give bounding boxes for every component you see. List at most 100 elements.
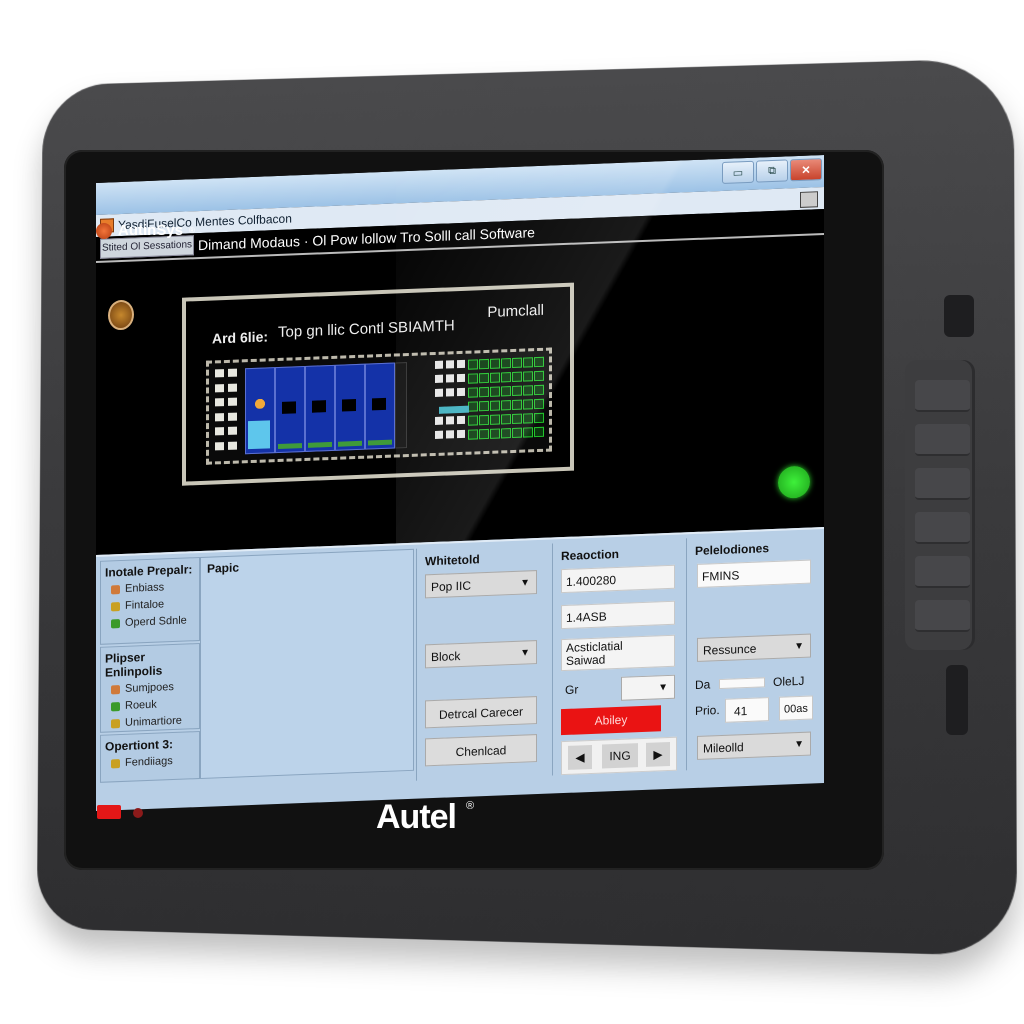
pelelodiones-field[interactable]: FMINS <box>697 559 811 588</box>
prio-label: Prio. <box>695 703 720 718</box>
chevron-down-icon: ▼ <box>520 577 530 589</box>
signal-cell <box>501 372 511 383</box>
ing-button[interactable]: ING <box>602 743 638 769</box>
apply-button[interactable]: Abiley <box>561 705 661 736</box>
close-button[interactable]: ✕ <box>790 158 822 182</box>
content-title: Papic <box>207 560 240 576</box>
signal-cell <box>490 414 500 425</box>
signal-cell <box>523 357 533 368</box>
refresh-icon <box>111 701 120 711</box>
side-port-top[interactable] <box>944 295 974 337</box>
chevron-down-icon: ▼ <box>794 738 804 751</box>
module-bay[interactable] <box>275 365 305 454</box>
code-field[interactable]: 00as <box>779 695 813 721</box>
signal-cell <box>523 427 533 438</box>
mileolld-dropdown[interactable]: Mileolld ▼ <box>697 731 811 760</box>
sidebar-section: Inotale Prepalr: Enbiass Fintaloe Operd … <box>100 557 200 645</box>
signal-cell <box>512 357 522 369</box>
reaction-field-3[interactable]: Acsticlatial Saiwad <box>561 634 675 672</box>
info-box <box>248 420 270 450</box>
da-field[interactable] <box>719 677 765 690</box>
chip <box>215 441 224 450</box>
gr-dropdown[interactable]: ▼ <box>621 674 675 701</box>
column-title: Reaoction <box>561 546 620 564</box>
whitetold-dropdown[interactable]: Pop IIC ▼ <box>425 570 537 599</box>
bay-label <box>342 399 356 412</box>
olel-label: OleLJ <box>773 673 805 689</box>
signal-cell <box>479 414 489 426</box>
arrow-right-icon: ▶ <box>653 747 663 762</box>
chenlcad-button[interactable]: Chenlcad <box>425 734 537 767</box>
module-bay[interactable] <box>365 362 395 450</box>
module-bay[interactable] <box>245 367 275 455</box>
connector-pin <box>457 359 465 369</box>
content-area: Papic <box>200 548 414 780</box>
signal-cell <box>490 400 500 411</box>
connector-pin <box>435 360 443 369</box>
connector-pin <box>446 430 454 439</box>
gr-label: Gr <box>565 682 579 697</box>
signal-cell <box>501 400 511 411</box>
ressunce-dropdown[interactable]: Ressunce ▼ <box>697 633 811 662</box>
signal-cell <box>534 398 544 410</box>
signal-cell <box>512 371 522 383</box>
device-brand-mark: ® <box>466 800 475 812</box>
module-bay[interactable] <box>335 363 365 451</box>
signal-cell <box>501 414 511 425</box>
side-port-bottom[interactable] <box>946 665 968 735</box>
camera-icon[interactable] <box>800 191 818 208</box>
chip <box>215 412 224 421</box>
next-button[interactable]: ▶ <box>646 741 670 767</box>
connector-pin <box>457 429 465 439</box>
connector-pin <box>435 388 443 397</box>
signal-cell <box>534 384 544 396</box>
chevron-down-icon: ▼ <box>658 682 668 694</box>
grip-rib <box>915 468 970 500</box>
signal-cell <box>534 412 544 424</box>
prio-field[interactable]: 41 <box>725 697 769 723</box>
connector-pin <box>457 387 465 397</box>
sidebar-item-label: Roeuk <box>125 698 157 712</box>
chevron-down-icon: ▼ <box>520 647 530 659</box>
module-bay[interactable] <box>305 364 335 452</box>
sidebar-item-label: Fintaloe <box>125 598 165 612</box>
maximize-button[interactable]: ⧉ <box>756 159 788 183</box>
sidebar-item[interactable]: Operd Sdnle <box>101 612 199 633</box>
signal-cell <box>468 415 478 426</box>
minimize-icon: ▭ <box>732 166 744 180</box>
module-bay-edge <box>395 362 407 449</box>
prev-button[interactable]: ◀ <box>568 744 592 770</box>
detrcal-button[interactable]: Detrcal Carecer <box>425 696 537 729</box>
dropdown-value: Ressunce <box>703 641 757 658</box>
whitetold-column: Whitetold Pop IIC ▼ Block ▼ Detrcal Carece… <box>416 543 549 781</box>
signal-cell <box>490 428 500 439</box>
connector-pin <box>446 374 454 383</box>
schematic-board <box>206 347 552 465</box>
signal-cell <box>490 386 500 397</box>
window-controls: ▭ ⧉ ✕ <box>722 158 822 184</box>
highlight-bar <box>439 405 469 414</box>
minimize-button[interactable]: ▭ <box>722 160 754 184</box>
check-icon <box>111 601 120 611</box>
bay-indicator <box>338 440 362 447</box>
app-name: AutinSys <box>118 222 184 239</box>
signal-cell <box>512 427 522 439</box>
reaction-field-1[interactable]: 1.400280 <box>561 564 675 594</box>
sidebar-item[interactable]: Unimartiore <box>101 712 199 733</box>
connector-pin <box>446 388 454 397</box>
signal-cell <box>512 413 522 425</box>
sidebar-item-label: Fendiiags <box>125 755 173 769</box>
sidebar-item[interactable]: Fendiiags <box>101 752 199 773</box>
block-dropdown[interactable]: Block ▼ <box>425 640 537 669</box>
control-panel: Inotale Prepalr: Enbiass Fintaloe Operd … <box>96 527 824 811</box>
dropdown-value: Pop IIC <box>431 578 472 595</box>
reaction-field-2[interactable]: 1.4ASB <box>561 600 675 630</box>
signal-cell <box>523 399 533 410</box>
column-title: Pelelodiones <box>695 541 770 558</box>
bay-indicator <box>308 441 332 448</box>
connector-pin <box>457 415 465 425</box>
dropdown-value: Block <box>431 649 461 665</box>
sidebar-section-title: Plipser Enlinpolis <box>105 650 163 680</box>
device-brand-logo: Autel <box>376 798 457 836</box>
chip <box>228 397 237 406</box>
